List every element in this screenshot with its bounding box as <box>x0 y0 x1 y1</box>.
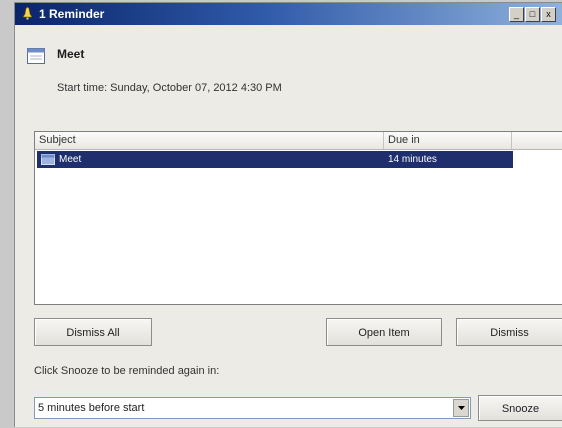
minimize-button[interactable]: _ <box>509 7 524 22</box>
column-header-subject[interactable]: Subject <box>35 132 384 149</box>
dismiss-button[interactable]: Dismiss <box>456 318 562 346</box>
snooze-duration-select[interactable]: 5 minutes before start <box>34 397 471 419</box>
start-time-label: Start time: Sunday, October 07, 2012 4:3… <box>57 82 282 94</box>
bell-icon <box>22 6 33 20</box>
window-title: 1 Reminder <box>39 7 105 21</box>
reminders-list[interactable]: Subject Due in Meet 14 minutes <box>34 131 562 305</box>
calendar-icon <box>27 48 45 64</box>
maximize-button[interactable]: □ <box>525 7 540 22</box>
appointment-subject: Meet <box>57 47 85 61</box>
row-subject: Meet <box>59 154 82 165</box>
dismiss-all-button[interactable]: Dismiss All <box>34 318 152 346</box>
reminder-window: 1 Reminder _ □ x Meet Start time: Sunday… <box>14 2 562 427</box>
snooze-duration-value: 5 minutes before start <box>38 402 145 414</box>
window-content: Meet Start time: Sunday, October 07, 201… <box>15 25 562 427</box>
list-item[interactable]: Meet 14 minutes <box>37 151 513 168</box>
open-item-button[interactable]: Open Item <box>326 318 442 346</box>
snooze-button[interactable]: Snooze <box>478 395 562 421</box>
title-bar[interactable]: 1 Reminder _ □ x <box>15 3 562 25</box>
list-header: Subject Due in <box>35 132 562 150</box>
close-button[interactable]: x <box>541 7 556 22</box>
column-header-due-in[interactable]: Due in <box>384 132 512 149</box>
calendar-icon <box>41 154 55 165</box>
chevron-down-icon[interactable] <box>453 399 469 417</box>
row-due-in: 14 minutes <box>388 154 437 165</box>
snooze-prompt-label: Click Snooze to be reminded again in: <box>34 365 220 377</box>
